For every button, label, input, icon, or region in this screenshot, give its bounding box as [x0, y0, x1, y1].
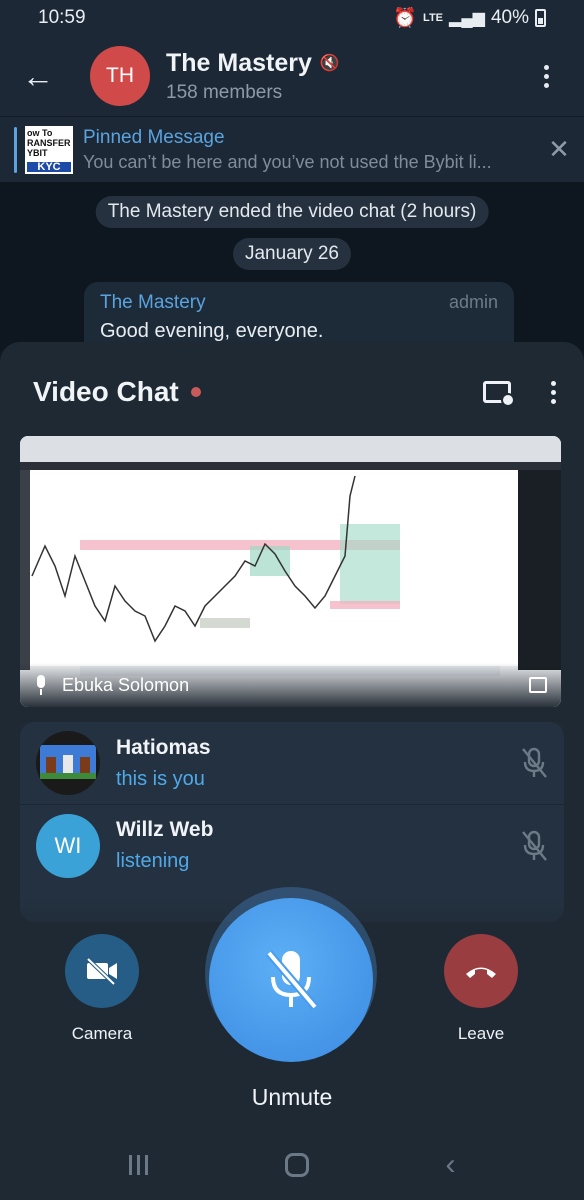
chat-title-area[interactable]: The Mastery 🔇 158 members: [166, 49, 536, 104]
video-chat-title: Video Chat: [33, 376, 179, 407]
participant-status: this is you: [116, 767, 205, 790]
video-chat-menu-icon[interactable]: [551, 380, 556, 404]
back-arrow-icon[interactable]: ←: [0, 58, 76, 95]
pinned-preview: You can’t be here and you’ve not used th…: [83, 151, 492, 172]
date-chip: January 26: [232, 238, 352, 270]
muted-mic-icon[interactable]: [504, 829, 564, 863]
thumb-line: ow To: [27, 127, 53, 138]
group-avatar[interactable]: TH: [90, 46, 150, 106]
network-type: LTE: [423, 12, 444, 24]
video-caption: Ebuka Solomon: [20, 663, 561, 707]
recording-dot-icon: [190, 387, 201, 397]
video-chat-header: Video Chat: [33, 372, 560, 412]
participant-name: Willz Web: [116, 818, 214, 841]
thumb-line: RANSFER: [27, 137, 71, 148]
camera-off-icon: [86, 957, 117, 986]
more-menu-icon[interactable]: [536, 64, 556, 88]
mic-off-icon: [265, 950, 319, 1010]
thumb-badge: KYC: [27, 161, 71, 172]
close-icon[interactable]: ✕: [534, 134, 584, 165]
battery-icon: [535, 9, 546, 27]
back-icon[interactable]: ‹: [446, 1148, 456, 1182]
participant-status: listening: [116, 850, 190, 872]
status-time: 10:59: [38, 7, 86, 28]
leave-label: Leave: [457, 1024, 505, 1043]
participant-row[interactable]: Hatiomas this is you: [20, 722, 564, 804]
participant-info: Hatiomas this is you: [116, 736, 504, 791]
pinned-indicator: [14, 126, 17, 173]
camera-control: Camera: [65, 934, 139, 1044]
chat-title-row: The Mastery 🔇: [166, 49, 536, 78]
fullscreen-icon[interactable]: [529, 677, 547, 693]
message-header: The Mastery admin: [100, 292, 498, 314]
status-icons: ⏰ LTE ▂▄▆ 40%: [393, 6, 546, 30]
pinned-thumbnail: ow To RANSFER YBIT KYC: [25, 125, 73, 174]
service-message: The Mastery ended the video chat (2 hour…: [95, 196, 489, 228]
home-icon[interactable]: [284, 1153, 309, 1177]
unmute-label: Unmute: [251, 1084, 333, 1110]
participant-info: Willz Web listening: [116, 818, 504, 873]
message-text: Good evening, everyone.: [100, 320, 324, 342]
video-speaker-name: Ebuka Solomon: [62, 674, 190, 695]
video-stream[interactable]: Ebuka Solomon: [20, 436, 561, 707]
participant-row[interactable]: WI Willz Web listening: [20, 804, 564, 886]
signal-icon: ▂▄▆: [449, 10, 485, 27]
camera-label: Camera: [71, 1024, 133, 1043]
avatar: [36, 731, 100, 795]
video-chat-panel: Video Chat Ebuka Solomon Hatiomas this i…: [0, 342, 584, 1200]
pinned-message-bar[interactable]: ow To RANSFER YBIT KYC Pinned Message Yo…: [0, 116, 584, 182]
chat-title: The Mastery: [166, 48, 312, 77]
chat-header: ← TH The Mastery 🔇 158 members: [0, 36, 584, 116]
message-author: The Mastery: [100, 292, 206, 313]
screen: 10:59 ⏰ LTE ▂▄▆ 40% ← TH The Mastery 🔇 1…: [0, 0, 584, 1200]
leave-control: Leave: [444, 934, 518, 1044]
participant-name: Hatiomas: [116, 735, 211, 759]
chat-history[interactable]: The Mastery ended the video chat (2 hour…: [0, 182, 584, 362]
member-count: 158 members: [166, 81, 283, 103]
muted-mic-icon[interactable]: [504, 746, 564, 780]
microphone-icon: [34, 675, 48, 695]
system-navigation-bar: ‹: [0, 1130, 584, 1200]
message-role: admin: [448, 292, 498, 312]
status-bar: 10:59 ⏰ LTE ▂▄▆ 40%: [0, 0, 584, 36]
unmute-button[interactable]: [209, 898, 373, 1062]
leave-button[interactable]: [444, 934, 518, 1008]
alarm-icon: ⏰: [393, 8, 418, 29]
battery-percent: 40%: [490, 7, 529, 28]
thumb-line: YBIT: [27, 147, 48, 158]
avatar: WI: [36, 813, 100, 878]
hang-up-icon: [466, 967, 496, 978]
muted-icon: 🔇: [319, 55, 340, 72]
camera-button[interactable]: [65, 934, 139, 1008]
pinned-text-area: Pinned Message You can’t be here and you…: [83, 127, 534, 173]
screen-share-icon[interactable]: [483, 381, 515, 407]
recent-apps-icon[interactable]: [128, 1155, 148, 1175]
pinned-title: Pinned Message: [83, 126, 225, 148]
